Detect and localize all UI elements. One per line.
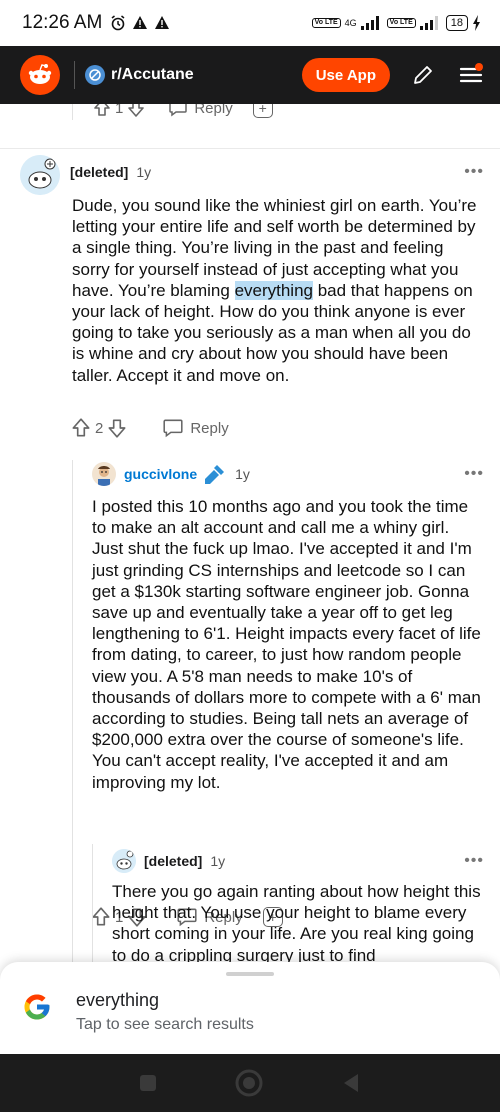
comment: guccivlone 1y ••• I posted this 10 month…: [92, 462, 484, 927]
home-circle-icon[interactable]: [234, 1068, 264, 1098]
previous-comment-actions: 1 Reply +: [92, 104, 273, 118]
back-triangle-icon[interactable]: [340, 1072, 362, 1094]
drag-handle[interactable]: [226, 972, 274, 976]
comment-age: 1y: [210, 853, 226, 869]
upvote-icon[interactable]: [70, 417, 92, 439]
navigation-bar: [0, 1054, 500, 1112]
comment-age: 1y: [235, 466, 250, 482]
volte-badge: Vo LTE: [386, 18, 416, 28]
comment-body: There you go again ranting about how hei…: [112, 882, 481, 964]
avatar[interactable]: [20, 155, 60, 195]
subreddit-icon[interactable]: [85, 65, 105, 85]
comment-author[interactable]: [deleted]: [144, 853, 202, 869]
signal-icon: [360, 16, 379, 30]
section-divider: [0, 148, 500, 149]
reply-bubble-icon: [169, 104, 188, 117]
comment-thread: 1 Reply + [deleted] 1y ••• Dude, you sou…: [0, 104, 500, 964]
comment: [deleted] 1y ••• Dude, you sound like th…: [20, 155, 484, 438]
award-plus-icon[interactable]: +: [252, 104, 273, 118]
use-app-button[interactable]: Use App: [301, 58, 390, 92]
upvote-icon[interactable]: [90, 906, 112, 928]
avatar[interactable]: [92, 462, 116, 486]
google-logo-icon: [24, 994, 50, 1020]
warning-icon: [155, 16, 170, 29]
more-options-icon[interactable]: •••: [464, 163, 484, 181]
reply-label: Reply: [194, 104, 233, 117]
search-hint: Tap to see search results: [76, 1016, 254, 1033]
avatar[interactable]: [112, 849, 136, 873]
downvote-icon[interactable]: [106, 417, 128, 439]
comment-age: 1y: [136, 164, 152, 180]
network-type: 4G: [344, 18, 357, 28]
comment-actions: 2 Reply: [70, 417, 229, 439]
vote-count: 1: [115, 104, 124, 117]
comment-body: I posted this 10 months ago and you took…: [92, 497, 481, 792]
clock: 12:26 AM: [22, 12, 103, 33]
upvote-icon[interactable]: [92, 104, 112, 118]
alarm-icon: [111, 15, 125, 31]
menu-icon[interactable]: [456, 60, 486, 90]
volte-badge: Vo LTE: [311, 18, 341, 28]
reply-bubble-icon: [163, 419, 183, 438]
thread-line: [72, 104, 73, 120]
signal-icon: [419, 16, 438, 30]
more-options-icon[interactable]: •••: [464, 852, 484, 870]
thread-line: [92, 844, 93, 964]
search-suggestion-sheet[interactable]: everything Tap to see search results: [0, 962, 500, 1054]
charging-icon: [473, 15, 480, 31]
status-bar: 12:26 AM Vo LTE 4G Vo LTE 18: [0, 0, 500, 46]
vote-count: 2: [95, 419, 104, 437]
more-options-icon[interactable]: •••: [464, 465, 484, 483]
warning-icon: [133, 16, 148, 29]
comment-author[interactable]: [deleted]: [70, 164, 128, 180]
highlighted-word: everything: [234, 280, 313, 300]
reply-button[interactable]: Reply: [168, 104, 233, 117]
edit-pencil-icon[interactable]: [408, 60, 438, 90]
comment: [deleted] 1y ••• There you go again rant…: [112, 849, 484, 964]
reddit-logo-icon[interactable]: [20, 55, 60, 95]
subreddit-name[interactable]: r/Accutane: [111, 66, 194, 84]
downvote-icon[interactable]: [126, 104, 146, 118]
comment-author[interactable]: guccivlone: [124, 466, 197, 482]
recents-square-icon[interactable]: [138, 1073, 158, 1093]
search-query[interactable]: everything: [76, 990, 159, 1011]
header-divider: [74, 61, 75, 89]
microphone-icon: [205, 465, 225, 484]
comment-body: Dude, you sound like the whiniest girl o…: [72, 196, 477, 385]
battery-indicator: 18: [445, 15, 468, 31]
reply-label: Reply: [190, 419, 229, 437]
app-header: r/Accutane Use App: [0, 46, 500, 104]
reply-button[interactable]: Reply: [162, 418, 229, 438]
thread-line: [72, 460, 73, 964]
